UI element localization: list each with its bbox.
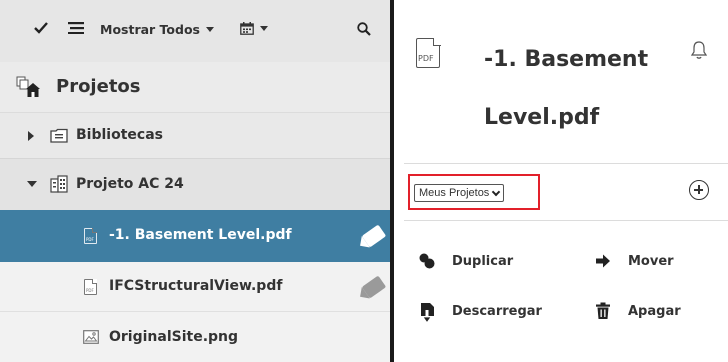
file-type-label: PDF (418, 54, 434, 63)
library-icon (50, 128, 68, 143)
calendar-icon (240, 22, 254, 35)
filter-label: Mostrar Todos (100, 22, 200, 37)
duplicate-label: Duplicar (452, 253, 514, 269)
separator (404, 163, 728, 164)
tree-item-bibliotecas[interactable]: Bibliotecas (0, 112, 390, 158)
chevron-down-icon (260, 26, 268, 31)
tree-item-basement-level[interactable]: PDF -1. Basement Level.pdf (0, 210, 390, 262)
calendar-dropdown[interactable] (240, 22, 268, 35)
list-icon[interactable] (68, 22, 84, 34)
tree-item-label: Projeto AC 24 (76, 176, 184, 192)
building-icon (50, 175, 68, 193)
tree-item-projeto-ac-24[interactable]: Projeto AC 24 (0, 158, 390, 210)
tree-item-ifc-structural-view[interactable]: PDF IFCStructuralView.pdf (0, 262, 390, 312)
trash-icon (594, 302, 612, 320)
arrow-right-icon (594, 252, 612, 270)
check-icon[interactable] (34, 22, 48, 34)
duplicate-icon (418, 252, 436, 270)
bell-icon[interactable] (690, 40, 708, 60)
detail-panel: PDF -1. Basement Level.pdf Meus Projetos… (394, 0, 728, 362)
tree-item-original-site[interactable]: OriginalSite.png (0, 312, 390, 362)
projects-icon (16, 76, 42, 98)
tree-item-label: Bibliotecas (76, 127, 163, 143)
document-title: -1. Basement Level.pdf (484, 40, 684, 138)
separator (404, 220, 728, 221)
navigator-toolbar: Mostrar Todos (0, 0, 390, 62)
add-circle-icon[interactable] (689, 180, 709, 200)
download-label: Descarregar (452, 303, 542, 319)
tag-icon[interactable] (361, 224, 387, 248)
pdf-file-icon: PDF (84, 228, 97, 244)
pdf-file-icon: PDF (416, 37, 441, 68)
tree-item-label: IFCStructuralView.pdf (109, 278, 283, 294)
tree-root-label: Projetos (56, 76, 141, 97)
collapse-icon[interactable] (27, 181, 37, 187)
expand-icon[interactable] (28, 131, 34, 141)
chevron-down-icon (206, 27, 214, 32)
tag-icon[interactable] (361, 275, 387, 299)
pdf-file-icon: PDF (84, 279, 97, 295)
tree-item-label: -1. Basement Level.pdf (109, 227, 292, 243)
project-select[interactable]: Meus Projetos (414, 184, 505, 202)
search-icon[interactable] (357, 22, 371, 36)
document-title-line1: -1. Basement (484, 47, 649, 72)
filter-dropdown[interactable]: Mostrar Todos (100, 22, 214, 37)
tree-item-label: OriginalSite.png (109, 329, 239, 345)
move-label: Mover (628, 253, 674, 269)
document-title-line2: Level.pdf (484, 105, 600, 130)
duplicate-button[interactable]: Duplicar (418, 252, 513, 270)
tree-root-projetos[interactable]: Projetos (0, 62, 390, 112)
download-icon (418, 302, 436, 324)
chevron-down-icon (492, 187, 501, 196)
highlight-box: Meus Projetos (408, 174, 540, 210)
project-select-value: Meus Projetos (419, 187, 490, 199)
delete-button[interactable]: Apagar (594, 302, 681, 320)
download-button[interactable]: Descarregar (418, 302, 542, 324)
delete-label: Apagar (628, 303, 681, 319)
move-button[interactable]: Mover (594, 252, 674, 270)
image-file-icon (83, 330, 99, 344)
navigator-panel: Mostrar Todos Projetos Bibliotecas Proje… (0, 0, 390, 362)
